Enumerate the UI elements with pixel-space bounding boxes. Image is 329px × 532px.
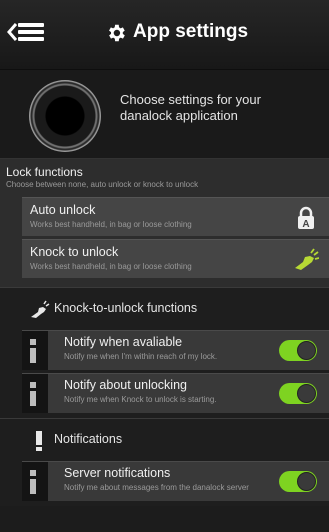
intro-section: Choose settings for your danalock applic… — [0, 70, 329, 159]
exclamation-icon — [36, 431, 42, 451]
notifications-title: Notifications — [54, 432, 123, 446]
server-notifications-toggle[interactable] — [279, 471, 317, 492]
gear-icon — [109, 24, 125, 42]
server-notifications-row: Server notifications Notify me about mes… — [22, 461, 329, 501]
notify-available-description: Notify me when I'm within reach of my lo… — [64, 352, 218, 361]
notify-available-toggle[interactable] — [279, 340, 317, 361]
lock-functions-header: Lock functions Choose between none, auto… — [0, 159, 329, 193]
info-icon — [30, 470, 36, 494]
app-header: App settings — [0, 0, 329, 70]
knock-functions-title: Knock-to-unlock functions — [54, 301, 198, 315]
lock-functions-subtitle: Choose between none, auto unlock or knoc… — [6, 180, 199, 189]
menu-icon[interactable] — [18, 23, 44, 41]
notify-unlocking-description: Notify me when Knock to unlock is starti… — [64, 395, 217, 404]
notify-unlocking-toggle[interactable] — [279, 383, 317, 404]
back-arrow-icon[interactable] — [6, 21, 18, 43]
knock-to-unlock-label: Knock to unlock — [30, 245, 119, 259]
lock-functions-title: Lock functions — [6, 165, 83, 179]
lock-functions-list: Auto unlock Works best handheld, in bag … — [0, 193, 329, 287]
auto-unlock-label: Auto unlock — [30, 203, 96, 217]
notify-unlocking-row: Notify about unlocking Notify me when Kn… — [22, 373, 329, 413]
knock-to-unlock-description: Works best handheld, in bag or loose clo… — [30, 262, 192, 271]
knock-to-unlock-option[interactable]: Knock to unlock Works best handheld, in … — [22, 239, 329, 278]
server-notifications-description: Notify me about messages from the danalo… — [64, 483, 249, 492]
info-icon — [30, 339, 36, 363]
knock-functions-list: Notify when avaliable Notify me when I'm… — [0, 330, 329, 418]
notify-unlocking-label: Notify about unlocking — [64, 378, 187, 392]
notify-available-label: Notify when avaliable — [64, 335, 183, 349]
knock-hand-icon — [31, 300, 50, 318]
notifications-header: Notifications — [0, 418, 329, 461]
notifications-list: Server notifications Notify me about mes… — [0, 461, 329, 506]
auto-unlock-option[interactable]: Auto unlock Works best handheld, in bag … — [22, 197, 329, 236]
page-title: App settings — [133, 21, 249, 42]
danalock-logo — [29, 80, 101, 152]
notify-available-row: Notify when avaliable Notify me when I'm… — [22, 330, 329, 370]
knock-functions-header: Knock-to-unlock functions — [0, 287, 329, 330]
auto-unlock-icon: A — [298, 206, 314, 230]
knock-hand-icon — [295, 248, 319, 270]
svg-text:A: A — [302, 219, 309, 230]
info-icon — [30, 382, 36, 406]
auto-unlock-description: Works best handheld, in bag or loose clo… — [30, 220, 192, 229]
intro-text: Choose settings for your danalock applic… — [120, 92, 261, 123]
server-notifications-label: Server notifications — [64, 466, 171, 480]
